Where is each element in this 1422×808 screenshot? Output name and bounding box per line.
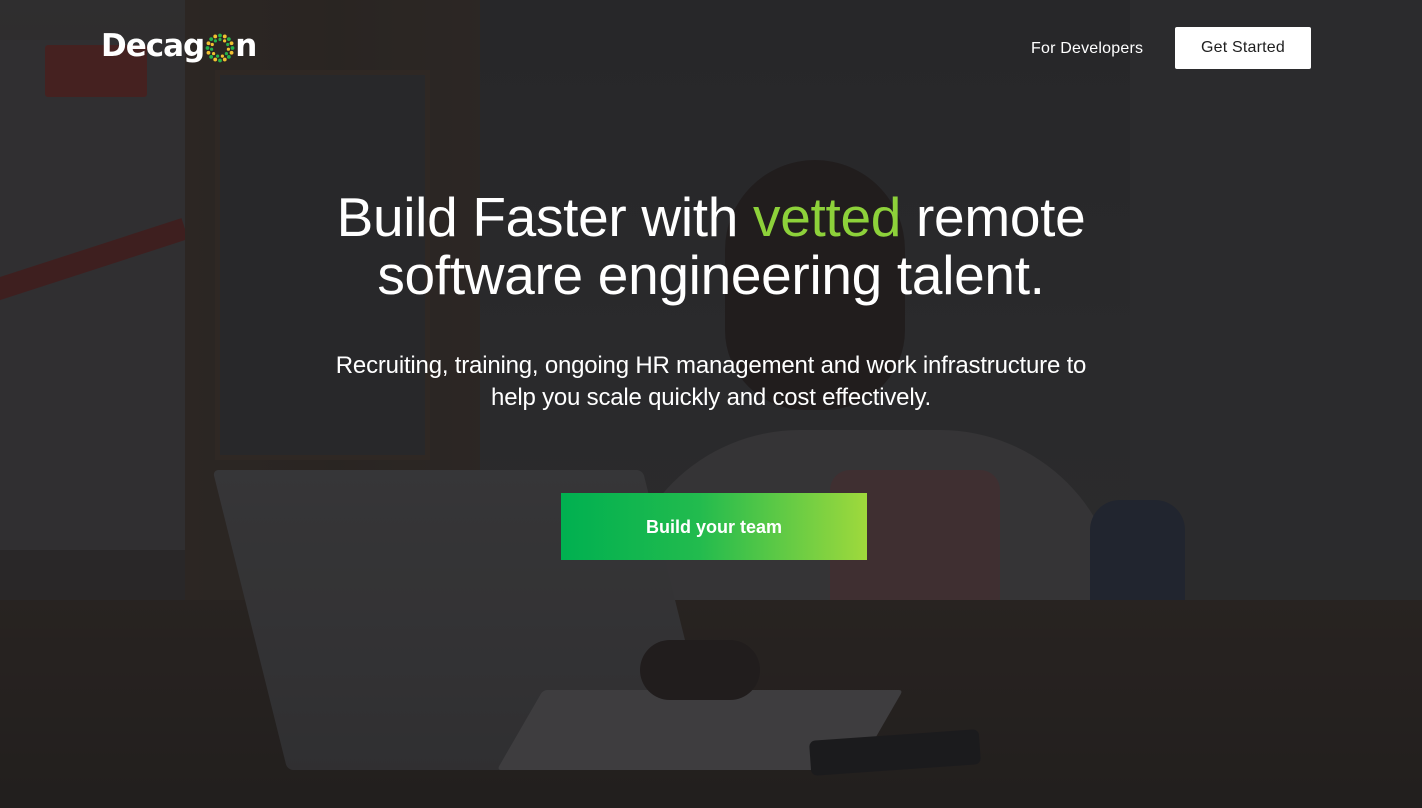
subheading-line-one: Recruiting, training, ongoing HR managem…: [335, 352, 1087, 379]
logo-ring-dot: [226, 42, 230, 47]
headline-line-two: software engineering talent.: [377, 244, 1045, 306]
headline-text-end: remote: [901, 186, 1086, 248]
logo-ring-dot: [223, 57, 227, 62]
logo-ring-dot: [210, 47, 214, 51]
logo-ring-dot: [216, 54, 220, 58]
dotted-ring-icon: [205, 33, 235, 63]
hero-section: Decag n For Developers Get Started Build…: [0, 0, 1422, 808]
logo-ring-dot: [213, 34, 218, 39]
logo-ring-dot: [227, 37, 231, 42]
logo-ring-dot: [210, 42, 215, 47]
logo-ring-dot: [223, 34, 227, 39]
logo-text-start: Decag: [101, 28, 205, 64]
logo-ring-dot: [218, 33, 223, 38]
logo-ring-dot: [206, 50, 211, 55]
logo-ring-dot: [223, 39, 227, 43]
hero-subheading: Recruiting, training, ongoing HR managem…: [271, 350, 1151, 414]
hero-headline: Build Faster with vetted remote software…: [211, 188, 1211, 304]
headline-accent-word: vetted: [753, 186, 902, 248]
logo-ring-dot: [218, 58, 223, 63]
logo-ring-dot: [212, 51, 216, 56]
logo-ring-dot: [229, 41, 234, 46]
logo-ring-dot: [209, 54, 214, 59]
logo-ring-dot: [214, 39, 218, 43]
logo-ring-dot: [227, 54, 231, 59]
headline-text-start: Build Faster with: [336, 186, 754, 248]
logo-ring-dot: [205, 46, 210, 50]
logo-ring-dot: [209, 37, 214, 42]
site-header: Decag n For Developers Get Started: [0, 0, 1422, 96]
logo-ring-dot: [218, 37, 222, 42]
logo-ring-dot: [225, 51, 229, 56]
logo-ring-dot: [230, 46, 235, 50]
logo-ring-dot: [227, 47, 231, 51]
subheading-line-two: help you scale quickly and cost effectiv…: [491, 384, 931, 411]
build-your-team-button[interactable]: Build your team: [561, 493, 867, 560]
for-developers-link[interactable]: For Developers: [1031, 38, 1143, 60]
get-started-button[interactable]: Get Started: [1175, 27, 1311, 69]
logo-ring-dot: [229, 50, 234, 55]
logo-text-end: n: [235, 28, 257, 64]
logo-ring-dot: [206, 41, 211, 46]
decagon-logo[interactable]: Decag n: [101, 26, 257, 66]
logo-ring-dot: [221, 54, 225, 58]
logo-ring-dot: [213, 57, 218, 62]
